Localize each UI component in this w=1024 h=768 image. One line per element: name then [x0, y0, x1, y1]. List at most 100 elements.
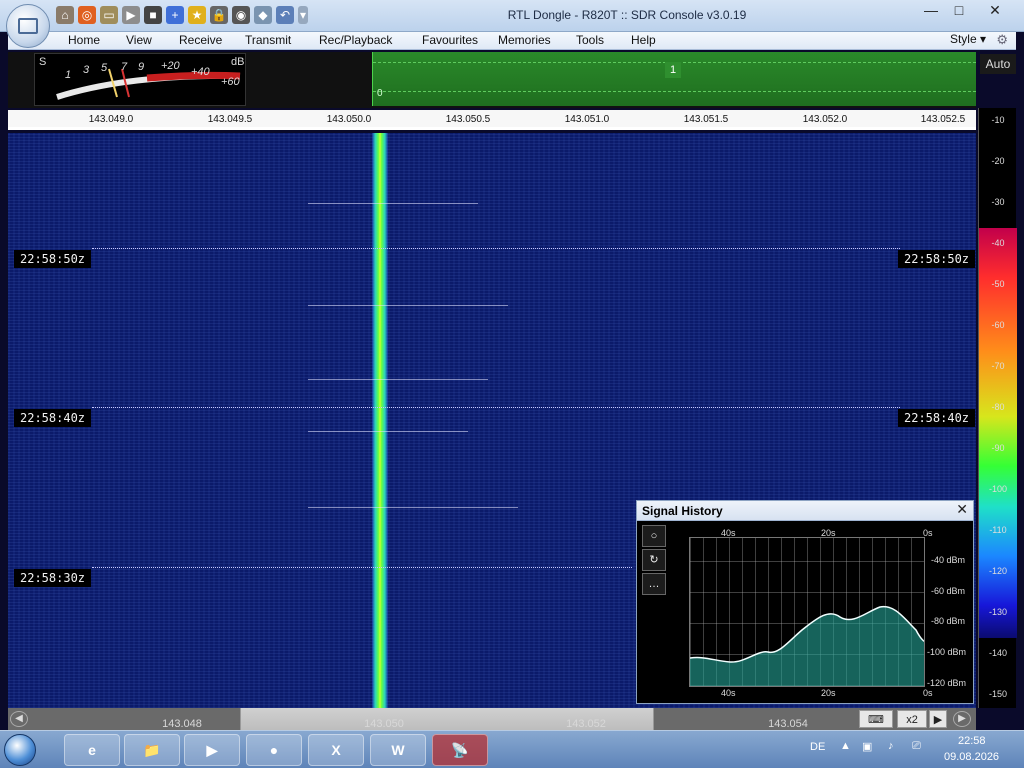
- keyboard-icon[interactable]: ⌨: [859, 710, 893, 728]
- chrome-icon[interactable]: ●: [246, 734, 302, 766]
- waterfall-streak: [308, 507, 518, 508]
- excel-icon[interactable]: X: [308, 734, 364, 766]
- windows-start-button[interactable]: [4, 734, 36, 766]
- dbm-label: -150: [988, 689, 1007, 699]
- channel-marker: 1: [665, 62, 681, 78]
- auto-scale-button[interactable]: Auto: [980, 54, 1016, 74]
- time-label-left: 22:58:50z: [14, 250, 92, 268]
- freq-tick: 143.052.5: [920, 114, 966, 125]
- spectrum-baseline-label: 0: [377, 88, 383, 99]
- sdr-console-window: { "window": { "title": "RTL Dongle - R82…: [0, 0, 1024, 768]
- freq-tick: 143.050.5: [445, 114, 491, 125]
- menu-rec-playback[interactable]: Rec/Playback: [319, 33, 392, 47]
- explorer-icon[interactable]: 📁: [124, 734, 180, 766]
- signal-history-plot: S8: [689, 537, 925, 687]
- waterfall-streak: [308, 203, 478, 204]
- style-menu[interactable]: Style ▾: [950, 32, 986, 46]
- record-tool-button[interactable]: ○: [642, 525, 666, 547]
- waterfall-streak: [308, 305, 508, 306]
- freq-tick: 143.052.0: [802, 114, 848, 125]
- signal-history-header[interactable]: Signal History ✕: [637, 501, 973, 521]
- minimize-button[interactable]: —: [918, 2, 944, 20]
- close-button[interactable]: ✕: [982, 2, 1008, 20]
- history-y-label: -40 dBm: [931, 555, 966, 565]
- menu-bar: Home View Receive Transmit Rec/Playback …: [8, 32, 1016, 50]
- close-icon[interactable]: ✕: [956, 501, 968, 518]
- style-menu-label: Style: [949, 32, 977, 46]
- history-y-label: -80 dBm: [931, 616, 966, 626]
- time-label-right: 22:58:40z: [898, 409, 976, 427]
- maximize-button[interactable]: □: [946, 2, 972, 20]
- menu-view[interactable]: View: [126, 33, 152, 47]
- more-tool-button[interactable]: …: [642, 573, 666, 595]
- history-x-bottom-label: 20s: [821, 688, 836, 698]
- tray-volume-icon[interactable]: ♪: [888, 740, 894, 752]
- taskbar: e 📁 ▶ ● X W 📡 DE ▲ ▣ ♪ ⎚ 22:58 09.08.202…: [0, 730, 1024, 768]
- history-y-label: -100 dBm: [927, 647, 967, 657]
- dbm-label: -40: [991, 238, 1005, 248]
- app-menu-button[interactable]: [6, 4, 50, 48]
- dbm-label: -60: [991, 320, 1005, 330]
- dbm-label: -90: [991, 443, 1005, 453]
- s-meter: S dB 1 3 5 7 9 +20 +40 +60: [34, 53, 246, 106]
- dbm-label: -20: [991, 156, 1005, 166]
- signal-history-trace: [690, 605, 924, 686]
- spectrum-display[interactable]: 1 0: [372, 52, 976, 106]
- language-indicator[interactable]: DE: [810, 741, 825, 753]
- s-scale-9: 9: [138, 61, 145, 73]
- band-freq-tick: 143.054: [768, 718, 808, 730]
- time-marker-line: [92, 248, 900, 249]
- dbm-label: -110: [989, 525, 1007, 535]
- top-display: S dB 1 3 5 7 9 +20 +40 +60 1 0: [8, 52, 976, 108]
- freq-tick: 143.049.5: [207, 114, 253, 125]
- menu-home[interactable]: Home: [68, 33, 100, 47]
- menu-memories[interactable]: Memories: [498, 33, 551, 47]
- scroll-left-button[interactable]: ◀: [10, 711, 28, 727]
- bottom-frequency-band[interactable]: ◀ 143.048 143.050 143.052 143.054 ⌨ x2 ▶…: [8, 708, 976, 730]
- zoom-button[interactable]: x2: [897, 710, 927, 728]
- time-marker-line: [92, 567, 632, 568]
- s-unit-label: S: [39, 56, 47, 68]
- settings-gear-icon[interactable]: ⚙: [996, 32, 1008, 48]
- dbm-label: -80: [991, 402, 1005, 412]
- tray-network-icon[interactable]: ▣: [862, 740, 872, 753]
- clock-date[interactable]: 09.08.2026: [944, 751, 999, 763]
- word-icon[interactable]: W: [370, 734, 426, 766]
- time-marker-line: [92, 407, 900, 408]
- signal-history-title: Signal History: [642, 504, 723, 518]
- clock-time[interactable]: 22:58: [958, 735, 986, 747]
- tray-monitor-icon[interactable]: ⎚: [912, 740, 921, 753]
- ie-icon[interactable]: e: [64, 734, 120, 766]
- menu-favourites[interactable]: Favourites: [422, 33, 478, 47]
- history-y-label: -60 dBm: [931, 586, 966, 596]
- scroll-right-button[interactable]: ▶: [953, 711, 971, 727]
- s-scale-3: 3: [83, 64, 90, 76]
- time-label-right: 22:58:50z: [898, 250, 976, 268]
- frequency-ruler[interactable]: 143.049.0 143.049.5 143.050.0 143.050.5 …: [8, 110, 976, 130]
- s-scale-5: 5: [101, 62, 108, 74]
- media-player-icon[interactable]: ▶: [184, 734, 240, 766]
- freq-tick: 143.050.0: [326, 114, 372, 125]
- dbm-scale: -10 -20 -30 -40 -50 -60 -70 -80 -90 -100…: [978, 108, 1017, 708]
- band-freq-tick: 143.052: [566, 718, 606, 730]
- signal-history-panel: Signal History ✕ ○ ↻ … 40s 20s 0s S8 -40…: [636, 500, 974, 704]
- refresh-tool-button[interactable]: ↻: [642, 549, 666, 571]
- waterfall-streak: [308, 379, 488, 380]
- dbm-label: -130: [988, 607, 1007, 617]
- menu-transmit[interactable]: Transmit: [245, 33, 291, 47]
- menu-tools[interactable]: Tools: [576, 33, 604, 47]
- menu-help[interactable]: Help: [631, 33, 656, 47]
- tray-chevron-icon[interactable]: ▲: [840, 740, 851, 752]
- dbm-label: -140: [988, 648, 1007, 658]
- chevron-right-icon[interactable]: ▶: [929, 710, 947, 728]
- dbm-label: -10: [991, 115, 1005, 125]
- s-scale-1: 1: [65, 69, 72, 81]
- title-bar: ⌂ ◎ ▭ ▶ ■ + ★ 🔒 ◉ ◆ ↶ ▾ RTL Dongle - R82…: [0, 0, 1024, 48]
- dbm-label: -30: [991, 197, 1005, 207]
- dbm-label: -120: [988, 566, 1007, 576]
- sdr-console-taskbar-icon[interactable]: 📡: [432, 734, 488, 766]
- time-label-left: 22:58:40z: [14, 409, 92, 427]
- history-x-bottom-label: 40s: [721, 688, 736, 698]
- menu-receive[interactable]: Receive: [179, 33, 222, 47]
- dbm-label: -70: [991, 361, 1005, 371]
